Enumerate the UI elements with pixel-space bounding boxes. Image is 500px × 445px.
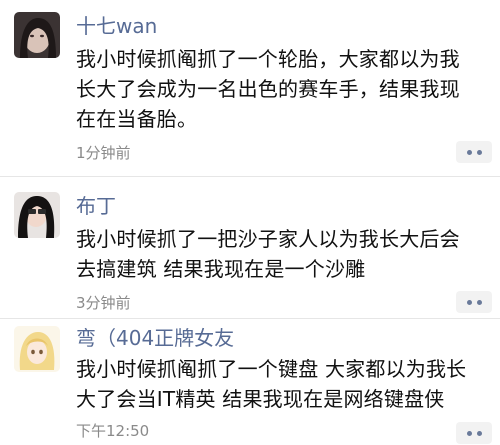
comment-time: 3分钟前 [76, 294, 131, 312]
more-dots-icon [466, 299, 472, 305]
more-dots-icon-dot [476, 430, 482, 436]
comment-text: 我小时候抓阄抓了一个轮胎，大家都以为我 长大了会成为一名出色的赛车手，结果我现 … [76, 44, 496, 134]
avatar[interactable] [14, 326, 60, 372]
comment-username[interactable]: 布丁 [76, 194, 116, 218]
comment-text-line: 我小时候抓阄抓了一个轮胎，大家都以为我 [76, 47, 460, 71]
comment-text-line: 长大了会成为一名出色的赛车手，结果我现 [76, 77, 460, 101]
comment-text-line: 在在当备胎。 [76, 107, 198, 131]
comment-text: 我小时候抓阄抓了一个键盘 大家都以为我长 大了会当IT精英 结果我现在是网络键盘… [76, 354, 496, 414]
more-button[interactable] [456, 291, 492, 313]
comment-username[interactable]: 弯（404正牌女友 [76, 326, 234, 350]
comment-text: 我小时候抓了一把沙子家人以为我长大后会 去搞建筑 结果我现在是一个沙雕 [76, 224, 496, 284]
comment-item: 弯（404正牌女友 我小时候抓阄抓了一个键盘 大家都以为我长 大了会当IT精英 … [0, 318, 500, 445]
more-dots-icon-dot [476, 299, 482, 305]
avatar-image [14, 12, 60, 58]
avatar[interactable] [14, 12, 60, 58]
avatar[interactable] [14, 192, 60, 238]
comment-username[interactable]: 十七wan [76, 14, 157, 38]
comment-time: 1分钟前 [76, 144, 131, 162]
comment-text-line: 大了会当IT精英 结果我现在是网络键盘侠 [76, 387, 445, 411]
more-dots-icon-dot [476, 149, 482, 155]
comment-text-line: 去搞建筑 结果我现在是一个沙雕 [76, 257, 366, 281]
more-dots-icon [466, 430, 472, 436]
divider [0, 176, 500, 177]
comment-item: 布丁 我小时候抓了一把沙子家人以为我长大后会 去搞建筑 结果我现在是一个沙雕 3… [0, 178, 500, 313]
comment-text-line: 我小时候抓了一把沙子家人以为我长大后会 [76, 227, 460, 251]
comment-item: 十七wan 我小时候抓阄抓了一个轮胎，大家都以为我 长大了会成为一名出色的赛车手… [0, 0, 500, 165]
avatar-image [14, 326, 60, 372]
avatar-image [14, 192, 60, 238]
more-button[interactable] [456, 422, 492, 444]
comment-text-line: 我小时候抓阄抓了一个键盘 大家都以为我长 [76, 357, 467, 381]
comment-time: 下午12:50 [76, 422, 150, 440]
more-button[interactable] [456, 141, 492, 163]
more-dots-icon [466, 149, 472, 155]
